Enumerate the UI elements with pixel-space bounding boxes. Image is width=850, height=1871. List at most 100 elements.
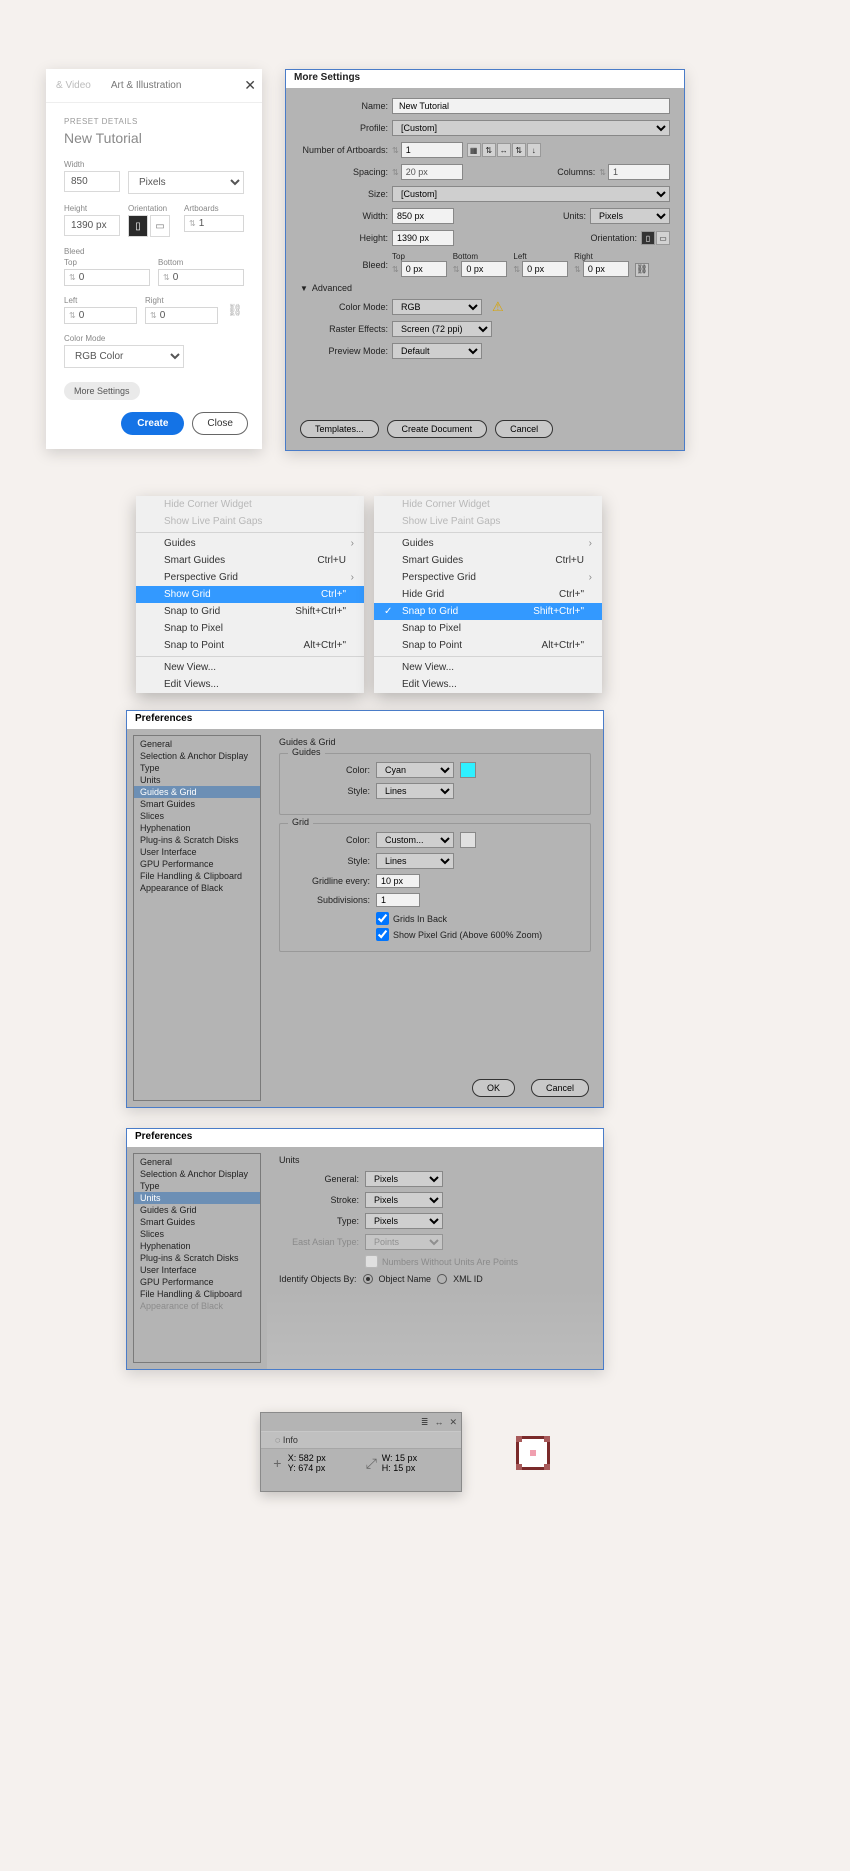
tab-art-illustration[interactable]: Art & Illustration: [101, 80, 192, 91]
raster-select[interactable]: Screen (72 ppi): [392, 321, 492, 337]
preview-select[interactable]: Default: [392, 343, 482, 359]
menu-guides[interactable]: Guides: [136, 535, 364, 552]
side-ui[interactable]: User Interface: [134, 846, 260, 858]
height-input[interactable]: [392, 230, 454, 246]
bleed-link-icon[interactable]: ⛓: [635, 263, 649, 277]
menu-hide-grid[interactable]: Hide GridCtrl+": [374, 586, 602, 603]
general-units-select[interactable]: Pixels: [365, 1171, 443, 1187]
side-type[interactable]: Type: [134, 762, 260, 774]
menu-smart-guides[interactable]: Smart GuidesCtrl+U: [374, 552, 602, 569]
advanced-toggle[interactable]: Advanced: [300, 283, 670, 293]
menu-show-grid[interactable]: Show GridCtrl+": [136, 586, 364, 603]
portrait-icon[interactable]: ▯: [128, 215, 148, 237]
close-icon[interactable]: ✕: [244, 77, 256, 94]
guides-color-select[interactable]: Cyan: [376, 762, 454, 778]
collapse-icon[interactable]: ↔: [434, 1417, 443, 1427]
side-smart-guides[interactable]: Smart Guides: [134, 1216, 260, 1228]
name-input[interactable]: [392, 98, 670, 114]
colormode-select[interactable]: RGB: [392, 299, 482, 315]
side-ui[interactable]: User Interface: [134, 1264, 260, 1276]
bleed-top[interactable]: [401, 261, 447, 277]
side-black[interactable]: Appearance of Black: [134, 882, 260, 894]
height-input[interactable]: [64, 215, 120, 236]
artboard-layout-icons[interactable]: ▦⇅↔⇅↓: [467, 143, 541, 157]
gridline-every-input[interactable]: [376, 874, 420, 888]
menu-perspective-grid[interactable]: Perspective Grid: [374, 569, 602, 586]
side-selection[interactable]: Selection & Anchor Display: [134, 750, 260, 762]
menu-new-view[interactable]: New View...: [374, 659, 602, 676]
bleed-left-input[interactable]: 0: [64, 307, 137, 324]
bleed-top-input[interactable]: 0: [64, 269, 150, 286]
tab-menu-icon[interactable]: ≣: [421, 1417, 429, 1428]
templates-button[interactable]: Templates...: [300, 420, 379, 438]
side-gpu[interactable]: GPU Performance: [134, 1276, 260, 1288]
show-pixel-grid-checkbox[interactable]: [376, 928, 389, 941]
stroke-units-select[interactable]: Pixels: [365, 1192, 443, 1208]
bleed-right[interactable]: [583, 261, 629, 277]
more-settings-button[interactable]: More Settings: [64, 382, 140, 400]
info-tab[interactable]: ◌ Info: [275, 1435, 298, 1445]
close-icon[interactable]: ✕: [449, 1417, 457, 1428]
menu-snap-to-pixel[interactable]: Snap to Pixel: [374, 620, 602, 637]
colormode-select[interactable]: RGB Color: [64, 345, 184, 368]
side-general[interactable]: General: [134, 1156, 260, 1168]
grid-color-swatch[interactable]: [460, 832, 476, 848]
menu-perspective-grid[interactable]: Perspective Grid: [136, 569, 364, 586]
side-black[interactable]: Appearance of Black: [134, 1300, 260, 1312]
bleed-left[interactable]: [522, 261, 568, 277]
units-select[interactable]: Pixels: [590, 208, 670, 224]
cancel-button[interactable]: Cancel: [495, 420, 553, 438]
menu-snap-to-point[interactable]: Snap to PointAlt+Ctrl+": [136, 637, 364, 654]
side-general[interactable]: General: [134, 738, 260, 750]
side-selection[interactable]: Selection & Anchor Display: [134, 1168, 260, 1180]
side-file[interactable]: File Handling & Clipboard: [134, 1288, 260, 1300]
bleed-bottom-input[interactable]: 0: [158, 269, 244, 286]
xml-id-radio[interactable]: [437, 1274, 447, 1284]
side-plugins[interactable]: Plug-ins & Scratch Disks: [134, 834, 260, 846]
ok-button[interactable]: OK: [472, 1079, 515, 1097]
grid-style-select[interactable]: Lines: [376, 853, 454, 869]
cancel-button[interactable]: Cancel: [531, 1079, 589, 1097]
side-slices[interactable]: Slices: [134, 1228, 260, 1240]
side-guides-grid[interactable]: Guides & Grid: [134, 1204, 260, 1216]
link-icon[interactable]: ⛓: [226, 303, 244, 317]
side-smart-guides[interactable]: Smart Guides: [134, 798, 260, 810]
landscape-icon[interactable]: ▭: [150, 215, 170, 237]
menu-guides[interactable]: Guides: [374, 535, 602, 552]
grid-color-select[interactable]: Custom...: [376, 832, 454, 848]
guides-style-select[interactable]: Lines: [376, 783, 454, 799]
create-button[interactable]: Create: [121, 412, 184, 435]
side-units[interactable]: Units: [134, 1192, 260, 1204]
preset-name-input[interactable]: New Tutorial: [64, 130, 244, 146]
artboards-input[interactable]: [401, 142, 463, 158]
menu-snap-to-grid[interactable]: Snap to GridShift+Ctrl+": [374, 603, 602, 620]
bleed-bottom[interactable]: [461, 261, 507, 277]
menu-snap-to-pixel[interactable]: Snap to Pixel: [136, 620, 364, 637]
width-input[interactable]: [392, 208, 454, 224]
create-document-button[interactable]: Create Document: [387, 420, 488, 438]
side-type[interactable]: Type: [134, 1180, 260, 1192]
side-gpu[interactable]: GPU Performance: [134, 858, 260, 870]
side-slices[interactable]: Slices: [134, 810, 260, 822]
profile-select[interactable]: [Custom]: [392, 120, 670, 136]
type-units-select[interactable]: Pixels: [365, 1213, 443, 1229]
menu-edit-views[interactable]: Edit Views...: [136, 676, 364, 693]
close-button[interactable]: Close: [192, 412, 248, 435]
menu-edit-views[interactable]: Edit Views...: [374, 676, 602, 693]
menu-snap-to-grid[interactable]: Snap to GridShift+Ctrl+": [136, 603, 364, 620]
width-input[interactable]: [64, 171, 120, 192]
orientation-icons[interactable]: ▯▭: [641, 231, 670, 245]
object-name-radio[interactable]: [363, 1274, 373, 1284]
size-select[interactable]: [Custom]: [392, 186, 670, 202]
subdivisions-input[interactable]: [376, 893, 420, 907]
tab-video[interactable]: & Video: [46, 80, 101, 91]
side-plugins[interactable]: Plug-ins & Scratch Disks: [134, 1252, 260, 1264]
menu-snap-to-point[interactable]: Snap to PointAlt+Ctrl+": [374, 637, 602, 654]
bleed-right-input[interactable]: 0: [145, 307, 218, 324]
menu-new-view[interactable]: New View...: [136, 659, 364, 676]
menu-smart-guides[interactable]: Smart GuidesCtrl+U: [136, 552, 364, 569]
side-file[interactable]: File Handling & Clipboard: [134, 870, 260, 882]
side-hyphenation[interactable]: Hyphenation: [134, 1240, 260, 1252]
side-guides-grid[interactable]: Guides & Grid: [134, 786, 260, 798]
units-select[interactable]: Pixels: [128, 171, 244, 194]
